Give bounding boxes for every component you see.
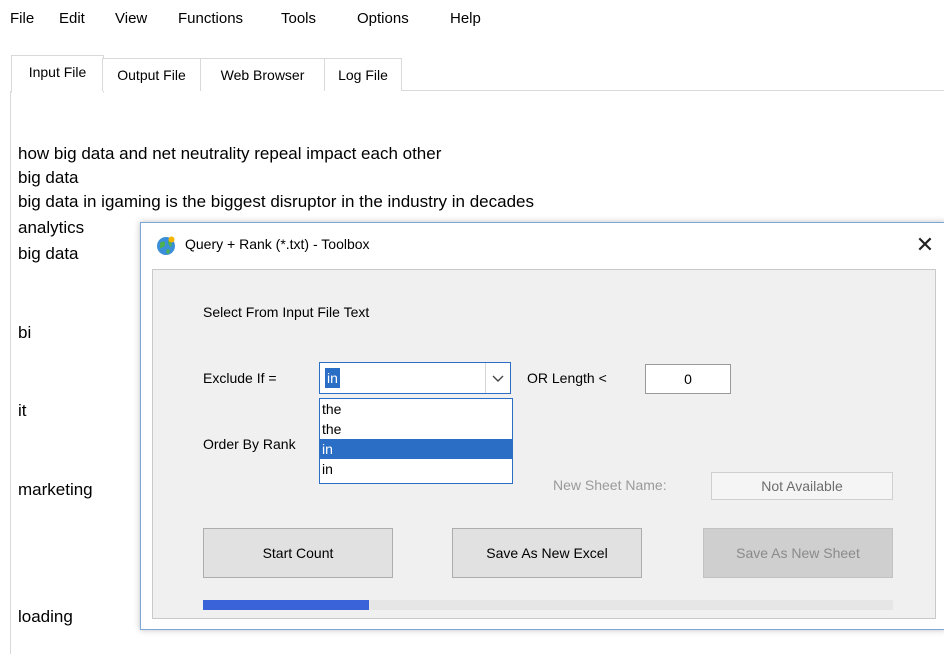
text-line: analytics: [18, 218, 85, 237]
menu-functions[interactable]: Functions: [178, 10, 243, 27]
menu-bar: File Edit View Functions Tools Options H…: [0, 0, 944, 36]
or-length-label: OR Length <: [527, 370, 607, 386]
new-sheet-name-field: Not Available: [711, 472, 893, 500]
tab-output-file[interactable]: Output File: [102, 58, 201, 91]
dropdown-option-selected[interactable]: in: [320, 439, 512, 459]
content-border: [10, 91, 11, 654]
dialog-body: Select From Input File Text Exclude If =…: [152, 269, 936, 619]
text-line: bi: [18, 323, 32, 342]
globe-icon: [157, 236, 175, 255]
dropdown-option[interactable]: the: [320, 399, 512, 419]
order-by-rank-label: Order By Rank: [203, 436, 296, 452]
tab-log-file[interactable]: Log File: [324, 58, 402, 91]
menu-file[interactable]: File: [10, 10, 34, 27]
text-line: it: [18, 401, 27, 420]
text-line: loading: [18, 607, 73, 626]
text-line: how big data and net neutrality repeal i…: [18, 144, 442, 163]
text-line: big data: [18, 168, 79, 187]
exclude-if-dropdown-list: the the in in: [319, 398, 513, 484]
save-as-new-sheet-button: Save As New Sheet: [703, 528, 893, 578]
start-count-button[interactable]: Start Count: [203, 528, 393, 578]
dialog-titlebar: Query + Rank (*.txt) - Toolbox ✕: [141, 223, 944, 267]
dropdown-option[interactable]: the: [320, 419, 512, 439]
dialog-title: Query + Rank (*.txt) - Toolbox: [185, 236, 370, 252]
close-icon[interactable]: ✕: [905, 229, 944, 261]
exclude-if-label: Exclude If =: [203, 370, 277, 386]
tab-input-file[interactable]: Input File: [11, 55, 104, 93]
chevron-down-icon[interactable]: [485, 363, 510, 393]
menu-edit[interactable]: Edit: [59, 10, 85, 27]
select-from-label: Select From Input File Text: [203, 304, 370, 320]
tab-web-browser[interactable]: Web Browser: [200, 58, 325, 91]
save-as-new-excel-button[interactable]: Save As New Excel: [452, 528, 642, 578]
length-input[interactable]: 0: [645, 364, 731, 394]
text-line: big data: [18, 244, 79, 263]
text-line: big data in igaming is the biggest disru…: [18, 192, 534, 211]
progress-fill: [203, 600, 369, 610]
menu-view[interactable]: View: [115, 10, 147, 27]
dropdown-option[interactable]: in: [320, 459, 512, 479]
progress-bar: [203, 600, 893, 610]
menu-help[interactable]: Help: [450, 10, 481, 27]
new-sheet-name-label: New Sheet Name:: [553, 477, 667, 493]
query-rank-dialog: Query + Rank (*.txt) - Toolbox ✕ Select …: [140, 222, 944, 630]
menu-tools[interactable]: Tools: [281, 10, 316, 27]
exclude-if-value: in: [325, 368, 340, 388]
menu-options[interactable]: Options: [357, 10, 409, 27]
text-line: marketing: [18, 480, 93, 499]
exclude-if-combo[interactable]: in: [319, 362, 511, 394]
